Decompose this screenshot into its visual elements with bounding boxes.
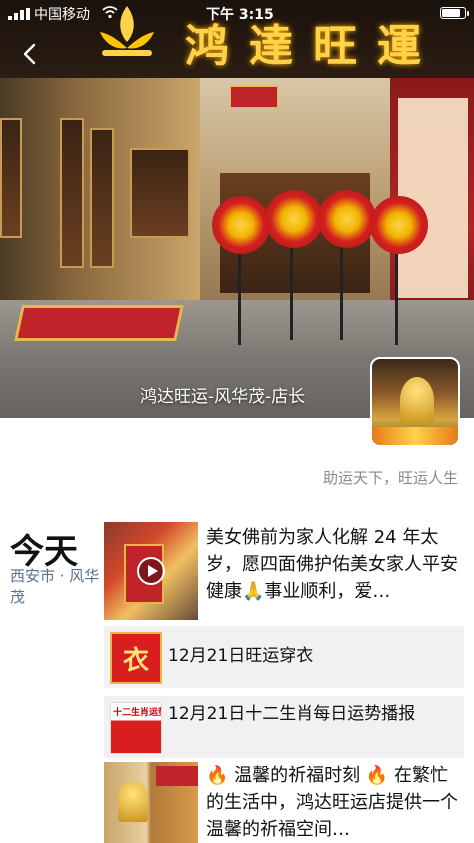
shared-article[interactable]: 十二生肖运势 12月21日十二生肖每日运势播报 <box>104 696 464 758</box>
buddha-statue-icon <box>400 377 434 423</box>
play-icon[interactable] <box>137 557 165 585</box>
flower-basket <box>265 190 323 248</box>
avatar[interactable] <box>370 357 460 447</box>
wifi-icon <box>102 6 118 19</box>
location-link[interactable]: 西安市 · 风华茂 <box>10 566 100 608</box>
store-interior-left <box>0 78 200 338</box>
profile-signature: 助运天下，旺运人生 <box>322 469 458 487</box>
post-text[interactable]: 美女佛前为家人化解 24 年太岁，愿四面佛护佑美女家人平安健康🙏事业顺利，爱… <box>206 524 464 605</box>
article-thumbnail: 衣 <box>110 632 162 684</box>
article-title: 12月21日十二生肖每日运势播报 <box>168 704 416 724</box>
flower-basket <box>370 196 428 254</box>
cover-photo[interactable]: 鸿達旺運 鸿达旺运-风华茂-店长 <box>0 0 474 418</box>
article-title: 12月21日旺运穿衣 <box>168 646 314 666</box>
article-thumbnail: 十二生肖运势 <box>110 702 162 754</box>
post-image-thumbnail[interactable] <box>104 762 198 843</box>
carrier-label: 中国移动 <box>34 7 90 23</box>
signal-icon <box>8 8 30 20</box>
thumbnail-text: 衣 <box>122 646 149 676</box>
back-arrow-icon[interactable] <box>16 40 44 68</box>
shared-article[interactable]: 衣 12月21日旺运穿衣 <box>104 626 464 688</box>
post-text[interactable]: 🔥 温馨的祈福时刻 🔥 在繁忙的生活中，鸿达旺运店提供一个温馨的祈福空间… <box>206 762 464 843</box>
status-bar: 中国移动 下午 3:15 <box>0 0 474 26</box>
profile-name: 鸿达旺运-风华茂-店长 <box>140 387 306 407</box>
flower-basket <box>318 190 376 248</box>
battery-icon <box>440 7 469 19</box>
entrance-mat <box>14 305 184 341</box>
post-video-thumbnail[interactable] <box>104 522 198 620</box>
flower-basket <box>212 196 270 254</box>
thumbnail-text: 十二生肖运势 <box>113 708 162 718</box>
clock-time: 下午 3:15 <box>206 7 274 23</box>
